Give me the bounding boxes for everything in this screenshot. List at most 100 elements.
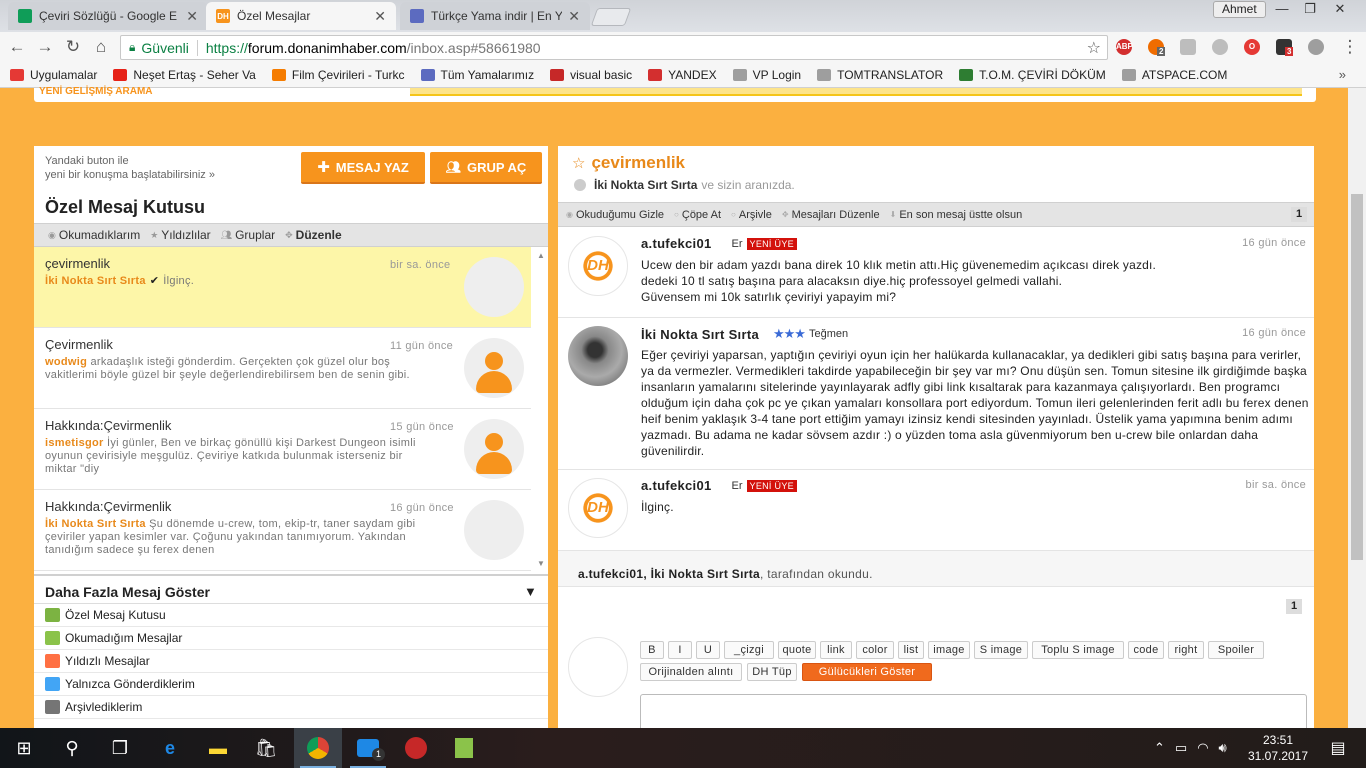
minimize-button[interactable]: — [1268,0,1296,18]
search-icon[interactable]: ⚲ [48,728,96,768]
filter-1[interactable]: ★ Yıldızlılar [150,228,210,242]
network-icon[interactable]: ▭ [1175,740,1187,756]
close-window-button[interactable]: ✕ [1326,0,1354,18]
avatar[interactable]: DH [568,236,628,296]
compose-message-button[interactable]: ✚ MESAJ YAZ [301,152,425,184]
bookmark-2[interactable]: Film Çevirileri - Turkc [271,68,405,82]
editor-button-7[interactable]: list [898,641,924,659]
conversation-item[interactable]: Hakkında:Çevirmenlik 16 gün önce İki Nokta… [34,490,531,571]
conversation-scrollbar[interactable]: ▲ ▼ [534,247,548,569]
conversation-item[interactable]: çevirmenlik bir sa. önce İki Nokta Sırt Sı… [34,247,531,328]
editor-button-6[interactable]: color [856,641,894,659]
tab-1[interactable]: DH Özel Mesajlar ✕ [206,2,396,30]
bookmark-6[interactable]: VP Login [732,68,801,82]
chevron-up-icon[interactable]: ⌃ [1154,740,1165,756]
action-4[interactable]: ⬇ En son mesaj üstte olsun [890,209,1023,221]
cloud-extension-icon[interactable] [1212,39,1228,55]
address-bar[interactable]: 🔒︎ Güvenli https:// forum.donanimhaber.c… [120,35,1108,60]
bookmark-9[interactable]: ATSPACE.COM [1121,68,1227,82]
bookmark-4[interactable]: visual basic [550,68,632,82]
page-number-top[interactable]: 1 [1291,207,1307,222]
opera-icon[interactable]: O [1244,39,1260,55]
editor-button-row2-1[interactable]: DH Tüp [747,663,797,681]
more-bookmarks-icon[interactable]: » [1339,67,1346,82]
file-explorer-icon[interactable]: ▬ [194,728,242,768]
bookmark-star-icon[interactable]: ☆ [1087,38,1101,58]
bookmark-8[interactable]: T.O.M. ÇEVİRİ DÖKÜM [959,68,1106,82]
chrome-icon[interactable] [294,728,342,768]
avatar[interactable]: DH [568,478,628,538]
new-tab-button[interactable] [590,8,632,26]
bookmark-0[interactable]: Uygulamalar [10,68,97,82]
editor-button-8[interactable]: image [928,641,970,659]
editor-button-5[interactable]: link [820,641,852,659]
editor-button-1[interactable]: I [668,641,692,659]
editor-button-9[interactable]: S image [974,641,1028,659]
task-view-icon[interactable]: ❐ [96,728,144,768]
taskbar-clock[interactable]: 23:51 31.07.2017 [1246,732,1310,764]
pdf-extension-icon[interactable] [1180,39,1196,55]
editor-button-3[interactable]: _çizgi [724,641,774,659]
close-tab-icon[interactable]: ✕ [374,8,386,25]
bookmark-3[interactable]: Tüm Yamalarımız [420,68,534,82]
edge-icon[interactable]: e [146,728,194,768]
wifi-icon[interactable]: ◠ [1197,740,1208,756]
editor-button-2[interactable]: U [696,641,720,659]
editor-button-row2-2[interactable]: Gülücükleri Göster [802,663,932,681]
notepad-icon[interactable] [440,728,488,768]
tab-2[interactable]: Türkçe Yama indir | En Ye ✕ [400,2,590,30]
shield-extension-icon[interactable] [1308,39,1324,55]
action-1[interactable]: ○ Çöpe At [674,209,721,221]
filter-2[interactable]: 👥︎ Gruplar [221,228,275,242]
inbox-link-3[interactable]: Yalnızca Gönderdiklerim [34,673,548,696]
bookmark-7[interactable]: TOMTRANSLATOR [817,68,943,82]
maximize-button[interactable]: ❐ [1296,0,1324,18]
advanced-search-link[interactable]: YENİ GELİŞMİŞ ARAMA [39,86,153,97]
extension-3-icon[interactable]: 3 [1276,39,1294,56]
bookmark-5[interactable]: YANDEX [648,68,717,82]
star-icon[interactable]: ☆ [572,154,585,172]
conversation-item[interactable]: Hakkında:Çevirmenlik 15 gün önce ismetisgo… [34,409,531,490]
reload-icon[interactable]: ↻ [63,37,83,57]
profile-button[interactable]: Ahmet [1213,1,1266,18]
windows-start-icon[interactable]: ⊞ [0,728,48,768]
close-tab-icon[interactable]: ✕ [568,8,580,25]
back-icon[interactable]: ← [7,37,27,57]
page-scrollbar[interactable] [1348,88,1366,728]
editor-button-4[interactable]: quote [778,641,816,659]
conversation-item[interactable]: Çevirmenlik 11 gün önce wodwig arkadaşlık … [34,328,531,409]
home-icon[interactable]: ⌂ [91,37,111,57]
extension-2-icon[interactable]: 2 [1148,39,1166,56]
editor-button-13[interactable]: Spoiler [1208,641,1264,659]
tab-0[interactable]: Çeviri Sözlüğü - Google E ✕ [8,2,208,30]
filter-0[interactable]: ◉ Okumadıklarım [48,228,140,242]
messenger-icon[interactable]: 1 [344,728,392,768]
bookmark-1[interactable]: Neşet Ertaş - Seher Va [113,68,256,82]
adblock-icon[interactable]: ABP [1116,39,1133,55]
more-messages-toggle[interactable]: Daha Fazla Mesaj Göster ▼ [34,574,548,604]
filter-3[interactable]: ✥ Düzenle [285,228,342,242]
menu-icon[interactable]: ⋮ [1340,37,1360,57]
create-group-button[interactable]: 👥︎ GRUP AÇ [430,152,542,184]
scroll-up-icon[interactable]: ▲ [537,251,545,260]
action-0[interactable]: ◉ Okuduğumu Gizle [566,209,664,221]
action-2[interactable]: ○ Arşivle [731,209,772,221]
editor-button-0[interactable]: B [640,641,664,659]
inbox-link-1[interactable]: Okumadığım Mesajlar [34,627,548,650]
reply-textarea[interactable] [640,694,1307,728]
app-red-icon[interactable] [392,728,440,768]
notifications-icon[interactable]: ▤ [1318,728,1358,768]
editor-button-row2-0[interactable]: Orijinalden alıntı [640,663,742,681]
avatar[interactable] [568,326,628,386]
page-number-bottom[interactable]: 1 [1286,599,1302,614]
search-bar[interactable] [410,88,1302,96]
inbox-link-0[interactable]: Özel Mesaj Kutusu [34,604,548,627]
editor-button-10[interactable]: Toplu S image [1032,641,1124,659]
inbox-link-2[interactable]: Yıldızlı Mesajlar [34,650,548,673]
editor-button-11[interactable]: code [1128,641,1164,659]
message-author[interactable]: İki Nokta Sırt Sırta [641,327,759,342]
forward-icon[interactable]: → [35,37,55,57]
volume-icon[interactable]: 🔊︎ [1219,740,1227,756]
action-3[interactable]: ✥ Mesajları Düzenle [782,209,880,221]
store-icon[interactable]: 🛍︎ [242,728,290,768]
